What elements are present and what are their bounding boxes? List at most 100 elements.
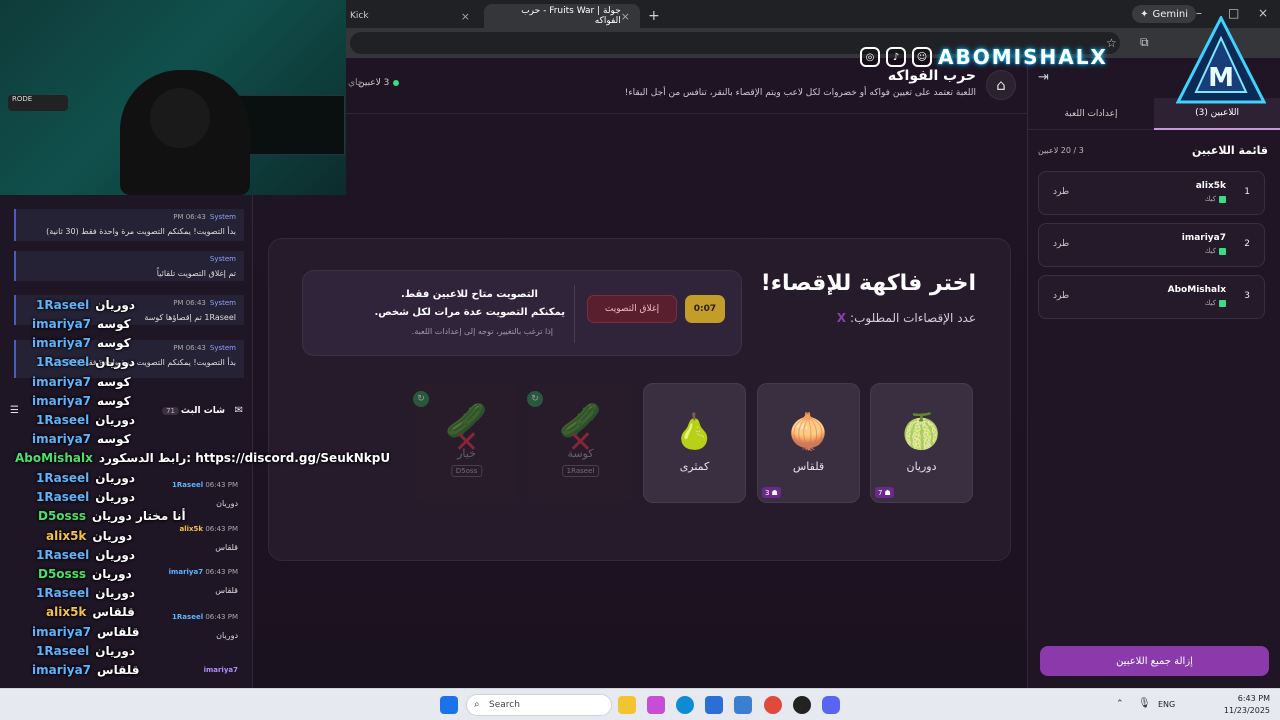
chat-meta: imariya7 [203, 666, 238, 674]
home-icon: ⌂ [996, 76, 1006, 94]
fruit-name: قلقاس [792, 460, 825, 473]
chat-line: 1Raseel دوريان [36, 490, 136, 504]
elim-required: عدد الإقصاءات المطلوب: X [837, 311, 976, 325]
player-row: 2 imariya7 كيك طرد [1038, 223, 1265, 267]
chrome-icon[interactable] [764, 696, 782, 714]
chat-meta: 1Raseel 06:43 PM [172, 481, 238, 489]
system-message: System تم إغلاق التصويت تلقائياً [14, 251, 244, 281]
kick-icon [1219, 195, 1226, 203]
chat-line: 1Raseel دوريان [36, 355, 136, 369]
vote-count-badge: 3 ☗ [762, 487, 781, 498]
kick-icon [1219, 299, 1226, 307]
webcam-overlay: RODE [0, 0, 346, 195]
chat-line: imariya7 كوسه [32, 375, 131, 389]
svg-text:M: M [1208, 63, 1234, 93]
windows-start-icon[interactable] [440, 696, 458, 714]
copilot-icon[interactable] [647, 696, 665, 714]
kick-player-button[interactable]: طرد [1053, 187, 1069, 197]
taskbar-search[interactable]: ⌕ Search [466, 694, 612, 716]
chat-line: D5osss دوريان [38, 567, 132, 581]
microphone-icon[interactable]: 🎙 [1138, 698, 1151, 709]
chat-line: 1Raseel دوريان [36, 471, 136, 485]
obs-icon[interactable] [793, 696, 811, 714]
fruit-card-taro[interactable]: 🧅 قلقاس 3 ☗ [757, 383, 860, 503]
fruit-card-pear[interactable]: 🍐 كمثرى [643, 383, 746, 503]
tab-kick[interactable]: Kick × [340, 4, 480, 28]
chevron-up-icon[interactable]: ⌃ [1116, 699, 1124, 709]
outlook-icon[interactable] [734, 696, 752, 714]
chat-text: دوريان [216, 499, 238, 508]
vote-count-badge: 7 ☗ [875, 487, 894, 498]
system-name: System [209, 344, 236, 352]
player-row: 1 alix5k كيك طرد [1038, 171, 1265, 215]
player-row: 3 AboMishalx كيك طرد [1038, 275, 1265, 319]
chat-line: imariya7 كوسه [32, 432, 131, 446]
remove-all-players-button[interactable]: إزالة جميع اللاعبين [1040, 646, 1269, 676]
list-icon[interactable]: ☰ [10, 405, 19, 416]
language-indicator[interactable]: ENG [1158, 700, 1175, 709]
vote-info-3: إذا ترغب بالتغيير، توجه إلى إعدادات اللع… [411, 327, 553, 336]
tab-fruits-war[interactable]: جولة | Fruits War - حرب الفواكه × [484, 4, 640, 28]
chat-icon: ✉ [234, 405, 243, 416]
vote-box: 0:07 إغلاق التصويت التصويت متاح للاعبين … [302, 270, 742, 356]
fruit-card-durian[interactable]: 🍈 دوريان 7 ☗ [870, 383, 973, 503]
clock-time: 6:43 PM [1237, 694, 1270, 703]
kick-player-button[interactable]: طرد [1053, 291, 1069, 301]
chat-line: imariya7 قلقاس [32, 663, 140, 677]
tab-game-settings[interactable]: إعدادات اللعبة [1028, 98, 1154, 130]
file-explorer-icon[interactable] [618, 696, 636, 714]
taskbar: ⌕ Search ⌃ 🎙 ENG 6:43 PM 11/23/2025 [0, 688, 1280, 720]
player-name: AboMishalx [1167, 285, 1226, 295]
elim-required-value: X [836, 311, 847, 325]
home-button[interactable]: ⌂ [986, 70, 1016, 100]
fruit-card-zucchini-eliminated: ↻ 🥒 ✕ كوسة 1Raseel [527, 383, 632, 503]
people-icon: ☗ [884, 488, 891, 497]
kick-icon [1219, 247, 1226, 255]
chat-line: 1Raseel دوريان [36, 298, 136, 312]
player-rank: 1 [1244, 187, 1250, 197]
clock-date: 11/23/2025 [1223, 706, 1270, 715]
chat-line: 1Raseel دوريان [36, 644, 136, 658]
chat-meta: alix5k 06:43 PM [179, 525, 238, 533]
chat-line: 1Raseel دوريان [36, 586, 136, 600]
fruit-name: خيار [457, 447, 476, 460]
chat-meta: imariya7 06:43 PM [168, 568, 238, 576]
chat-line: imariya7 كوسه [32, 394, 131, 408]
new-tab-button[interactable]: + [644, 4, 664, 28]
store-icon[interactable] [705, 696, 723, 714]
chat-viewer-count: 71 [162, 407, 179, 415]
eliminated-by: 1Raseel [561, 465, 600, 477]
system-text: 1Raseel تم إقصاؤها كوسة [144, 313, 236, 322]
close-icon[interactable]: × [461, 10, 470, 23]
elim-required-label: عدد الإقصاءات المطلوب: [850, 311, 976, 325]
fruit-card-cucumber-eliminated: ↻ 🥒 ✕ خيار D5oss [413, 383, 518, 503]
chat-line: AboMishalx رابط الدسكورد: https://discord… [15, 451, 391, 465]
online-dot-icon [393, 80, 400, 86]
tiktok-icon: ♪ [886, 47, 906, 67]
system-time: 06:43 PM [173, 213, 206, 221]
edge-icon[interactable] [676, 696, 694, 714]
divider [574, 285, 575, 343]
streamer-head-image [150, 88, 210, 148]
chat-line: imariya7 قلقاس [32, 625, 140, 639]
players-list-count: 3 / 20 لاعبين [1038, 146, 1084, 155]
chat-title: شات البث [180, 406, 225, 416]
people-icon: ☗ [771, 488, 778, 497]
close-icon[interactable]: × [621, 10, 630, 23]
player-name: imariya7 [1181, 233, 1226, 243]
search-icon: ⌕ [474, 699, 480, 710]
brand-name: ABOMISHALX [938, 45, 1108, 69]
kick-player-button[interactable]: طرد [1053, 239, 1069, 249]
discord-icon[interactable] [822, 696, 840, 714]
close-vote-button[interactable]: إغلاق التصويت [587, 295, 677, 323]
fruit-name: كوسة [567, 447, 594, 460]
fruit-name: دوريان [906, 460, 937, 473]
microphone-image: RODE [8, 95, 68, 111]
chat-text: دوريان [216, 631, 238, 640]
player-rank: 3 [1244, 291, 1250, 301]
system-text: تم إغلاق التصويت تلقائياً [156, 269, 236, 278]
vote-info-2: يمكنكم التصويت عدة مرات لكل شخص. [374, 307, 565, 318]
system-text: بدأ التصويت! يمكنكم التصويت مرة واحدة فق… [46, 227, 236, 236]
fruit-name: كمثرى [679, 460, 710, 473]
clock[interactable]: 6:43 PM 11/23/2025 [1224, 693, 1270, 717]
